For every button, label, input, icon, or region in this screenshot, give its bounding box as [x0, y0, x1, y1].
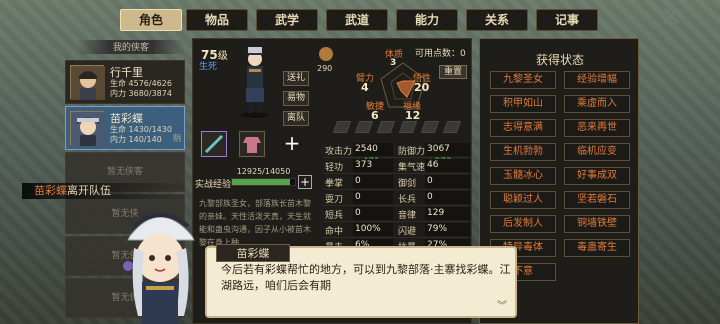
status-buff[interactable]: 生机勃勃	[490, 143, 556, 161]
stat-value: 2540 +471	[353, 143, 393, 167]
status-buff[interactable]: 经验增幅	[564, 71, 630, 89]
status-buff[interactable]: 志得意满	[490, 119, 556, 137]
hero-avatar	[70, 111, 105, 146]
stat-row: 命中 100% 闪避 79%	[323, 222, 471, 238]
tab-character[interactable]: 角色	[120, 9, 182, 31]
stat-value: 129	[425, 207, 470, 220]
gem-slot[interactable]	[420, 121, 440, 133]
stat-row: 拳掌 0 御剑 0	[323, 174, 471, 190]
status-buff[interactable]: 后发制人	[490, 215, 556, 233]
gem-slot[interactable]	[376, 121, 396, 133]
trade-button[interactable]: 易物	[283, 91, 309, 106]
character-sprite	[241, 47, 269, 118]
attr-value-tizhi: 3	[390, 58, 397, 68]
add-equip-icon[interactable]: +	[279, 131, 305, 157]
stat-label: 轻功	[325, 163, 344, 173]
tab-relations[interactable]: 关系	[466, 9, 528, 31]
hero-yin-yang: 阴	[173, 134, 181, 143]
stat-label: 闪避	[398, 227, 417, 237]
tab-martial-arts[interactable]: 武学	[256, 9, 318, 31]
stat-label: 御剑	[398, 179, 417, 189]
exp-bar-fill	[232, 179, 290, 185]
dialog-text: 今后若有彩蝶帮忙的地方，可以到九黎部落·主寨找彩蝶。江湖路远，咱们后会有期	[221, 263, 511, 292]
stat-value: 0	[353, 175, 393, 188]
stat-label: 音律	[398, 211, 417, 221]
robe-icon	[243, 137, 261, 153]
exp-value: 12925/14050	[236, 167, 291, 176]
exp-bar	[231, 178, 296, 186]
hero-avatar	[70, 65, 105, 100]
gem-slot[interactable]	[442, 121, 462, 133]
continue-arrow-icon[interactable]: ︾	[497, 297, 507, 312]
stat-label: 短兵	[325, 211, 344, 221]
available-points: 可用点数：0	[415, 49, 466, 59]
stat-row: 轻功 373 集气速度 46	[323, 158, 471, 174]
gem-slot[interactable]	[398, 121, 418, 133]
tab-martial-way[interactable]: 武道	[326, 9, 388, 31]
tab-journal[interactable]: 记事	[536, 9, 598, 31]
status-buff[interactable]: 玉髓冰心	[490, 167, 556, 185]
favor-count: 290	[317, 64, 333, 73]
stat-value: 100%	[353, 223, 393, 236]
status-buff[interactable]: 九黎圣女	[490, 71, 556, 89]
gem-slot[interactable]	[332, 121, 352, 133]
status-buff[interactable]: 恶来再世	[564, 119, 630, 137]
leave-team-button[interactable]: 离队	[283, 111, 309, 126]
stat-value: 373	[353, 159, 393, 172]
status-buff[interactable]: 铜墙铁壁	[564, 215, 630, 233]
attr-value-wuxing: 20	[414, 81, 430, 94]
stat-value: 46	[425, 159, 470, 172]
status-panel-title: 获得状态	[535, 53, 584, 67]
speaker-portrait	[123, 213, 195, 324]
hero-card-miaocaidie[interactable]: 苗彩蝶 生命 1430/1430 内力 140/140 阴	[65, 106, 185, 150]
add-exp-button[interactable]: +	[298, 175, 312, 189]
stat-value: 0	[425, 175, 470, 188]
stat-row: 耍刀 0 长兵 0	[323, 190, 471, 206]
hero-mp: 内力 3680/3874	[110, 89, 172, 98]
status-buff[interactable]: 积甲如山	[490, 95, 556, 113]
hero-card-xingqianli[interactable]: 行千里 生命 4576/4626 内力 3680/3874	[65, 60, 185, 104]
stat-value: 3067 +272	[425, 143, 470, 167]
stat-value: 0	[425, 191, 470, 204]
flute-icon	[204, 134, 224, 154]
status-buff[interactable]: 毒蛊寄生	[564, 239, 630, 257]
status-buff[interactable]: 聪颖过人	[490, 191, 556, 209]
life-status: 生死	[199, 62, 218, 72]
stat-row: 短兵 0 音律 129	[323, 206, 471, 222]
stat-value: 0	[353, 207, 393, 220]
reset-button[interactable]: 重置	[439, 65, 467, 79]
stat-label: 防御力	[398, 147, 426, 157]
attr-value-bili: 4	[361, 81, 369, 94]
stat-row: 攻击力2540 +471 防御力3067 +272	[323, 142, 471, 167]
stat-label: 长兵	[398, 195, 417, 205]
hero-list-title: 我的侠客	[77, 40, 185, 54]
stat-label: 耍刀	[325, 195, 344, 205]
status-buff[interactable]: 坚若磐石	[564, 191, 630, 209]
gem-slot[interactable]	[354, 121, 374, 133]
stat-value: 79%	[425, 223, 470, 236]
close-icon[interactable]: ✕	[656, 3, 686, 31]
status-buff[interactable]: 乘虚而入	[564, 95, 630, 113]
armor-slot[interactable]	[239, 131, 265, 157]
stat-label: 命中	[325, 227, 344, 237]
gift-button[interactable]: 送礼	[283, 71, 309, 86]
favor-icon	[319, 47, 333, 61]
tab-abilities[interactable]: 能力	[396, 9, 458, 31]
stats-table: 攻击力2540 +471防御力3067 +272轻功373 集气速度46 拳掌0…	[323, 142, 471, 254]
weapon-slot[interactable]	[201, 131, 227, 157]
character-bio: 九黎部族圣女，部落族长苗木黎的亲妹。天性活泼天真，天生就能和蛊虫沟通，因子从小被…	[199, 199, 311, 247]
status-buff[interactable]: 好事成双	[564, 167, 630, 185]
status-buff[interactable]: 临机应变	[564, 143, 630, 161]
top-tab-bar: 角色 物品 武学 武道 能力 关系 记事 ✕	[0, 0, 720, 38]
stat-value: 0	[353, 191, 393, 204]
stat-label: 拳掌	[325, 179, 344, 189]
exp-label: 实战经验	[195, 180, 232, 190]
hero-mp: 内力 140/140	[110, 135, 162, 144]
tab-items[interactable]: 物品	[186, 9, 248, 31]
dialog-speaker-name: 苗彩蝶	[216, 244, 290, 262]
stat-label: 攻击力	[325, 147, 353, 157]
